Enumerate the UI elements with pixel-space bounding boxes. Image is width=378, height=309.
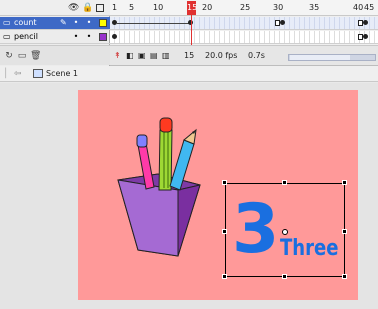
layer-icon: ▭	[3, 18, 11, 27]
scrollbar-thumb[interactable]	[290, 55, 350, 60]
frame-row-count[interactable]	[110, 17, 378, 30]
keyframe[interactable]	[280, 20, 285, 25]
edit-bar: │ ⇦ Scene 1	[0, 66, 378, 82]
tick-label: 20	[202, 3, 213, 12]
tick-label: 5	[129, 3, 135, 12]
visible-dot[interactable]: •	[72, 19, 80, 27]
frames-panel: 1 5 10 20 25 30 35 40 45 15 ↟ ◧ ▣ ▤ ▥ 15…	[110, 0, 378, 66]
lock-icon[interactable]: 🔒	[82, 3, 93, 13]
layer-icon: ▭	[3, 32, 11, 41]
layer-panel: 👁 🔒 ▭ count ✎ • • ▭ pencil • • ↻ ▭ 🗑	[0, 0, 110, 66]
insert-folder-icon[interactable]: ▭	[17, 51, 27, 61]
tick-label: 40	[353, 3, 364, 12]
edit-multiple-frames-icon[interactable]: ▤	[150, 51, 158, 60]
center-frame-icon[interactable]: ↟	[114, 51, 121, 60]
tick-label: 30	[273, 3, 284, 12]
tick-label: 45	[364, 3, 375, 12]
keyframe[interactable]	[112, 34, 117, 39]
stage-area	[0, 83, 378, 309]
insert-layer-icon[interactable]: ↻	[4, 51, 14, 61]
timeline-panel: 👁 🔒 ▭ count ✎ • • ▭ pencil • • ↻ ▭ 🗑 1 5…	[0, 0, 378, 66]
layer-color-swatch[interactable]	[99, 33, 107, 41]
current-frame-readout: 15	[184, 51, 195, 60]
frame-span	[117, 23, 189, 24]
tick-label: 1	[112, 3, 118, 12]
lock-dot[interactable]: •	[85, 33, 93, 41]
layer-header: 👁 🔒	[0, 0, 110, 16]
transform-handle[interactable]	[282, 274, 287, 279]
scene-icon	[33, 69, 43, 78]
transform-handle[interactable]	[222, 274, 227, 279]
transform-handle[interactable]	[342, 274, 347, 279]
transform-handle[interactable]	[342, 229, 347, 234]
onion-outline-icon[interactable]: ▣	[138, 51, 146, 60]
count-word-text[interactable]: Three	[280, 234, 339, 264]
keyframe[interactable]	[363, 34, 368, 39]
layer-footer: ↻ ▭ 🗑	[0, 45, 110, 65]
frame-ruler[interactable]: 1 5 10 20 25 30 35 40 45 15	[110, 0, 378, 16]
delete-layer-icon[interactable]: 🗑	[30, 51, 41, 61]
pencil-icon: ✎	[60, 18, 67, 27]
scene-label[interactable]: Scene 1	[46, 69, 78, 78]
transform-handle[interactable]	[342, 180, 347, 185]
frame-row-pencil[interactable]	[110, 31, 378, 44]
fps-readout[interactable]: 20.0 fps	[205, 51, 237, 60]
tick-label: 10	[153, 3, 164, 12]
lock-dot[interactable]: •	[85, 19, 93, 27]
tick-label: 35	[309, 3, 320, 12]
keyframe[interactable]	[363, 20, 368, 25]
timeline-status-bar: ↟ ◧ ▣ ▤ ▥ 15 20.0 fps 0.7s	[110, 45, 378, 65]
layer-name: count	[14, 18, 37, 27]
transform-handle[interactable]	[222, 180, 227, 185]
elapsed-time-readout: 0.7s	[248, 51, 265, 60]
layer-color-swatch[interactable]	[99, 19, 107, 27]
transform-handle[interactable]	[222, 229, 227, 234]
outline-icon[interactable]	[96, 4, 104, 12]
transform-handle[interactable]	[282, 180, 287, 185]
layer-row-pencil[interactable]: ▭ pencil • •	[0, 31, 110, 44]
layer-name: pencil	[14, 32, 38, 41]
count-number-text[interactable]: 3	[232, 190, 279, 270]
playhead-marker[interactable]: 15	[187, 1, 197, 15]
timeline-scrollbar[interactable]	[288, 54, 376, 61]
visible-dot[interactable]: •	[72, 33, 80, 41]
layer-row-count[interactable]: ▭ count ✎ • •	[0, 17, 110, 30]
onion-skin-icon[interactable]: ◧	[126, 51, 134, 60]
eye-icon[interactable]: 👁	[68, 3, 79, 13]
back-arrow-icon[interactable]: ⇦	[14, 69, 22, 79]
onion-markers-icon[interactable]: ▥	[162, 51, 170, 60]
tick-label: 25	[240, 3, 251, 12]
back-separator: │	[3, 69, 9, 79]
